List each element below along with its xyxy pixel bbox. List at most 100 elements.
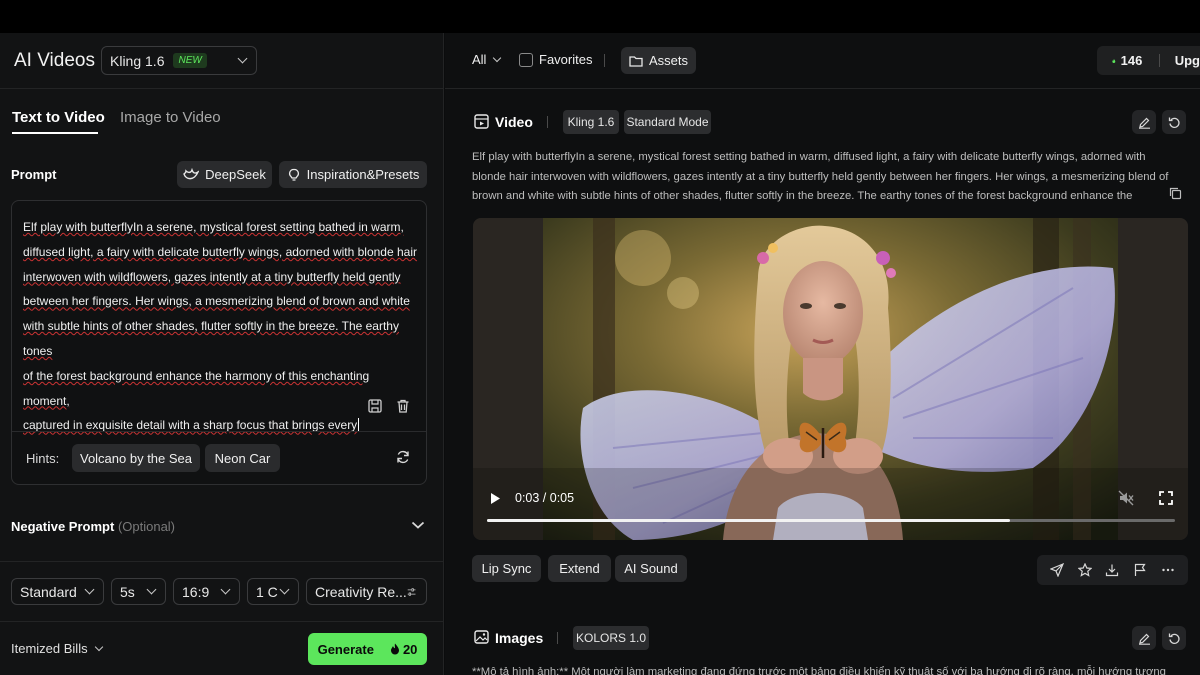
deepseek-button[interactable]: DeepSeek — [177, 161, 272, 188]
lightbulb-icon — [288, 168, 299, 181]
ratio-value: 16:9 — [182, 583, 210, 600]
flame-icon — [1112, 58, 1116, 63]
model-select[interactable]: Kling 1.6 NEW — [101, 46, 257, 75]
credits-count: 146 — [1120, 53, 1143, 68]
negative-prompt-label: Negative Prompt (Optional) — [11, 519, 176, 534]
duration-select[interactable]: 5s — [111, 578, 166, 605]
all-filter[interactable]: All — [472, 52, 502, 67]
tab-text-to-video[interactable]: Text to Video — [12, 109, 105, 126]
active-tab-indicator — [12, 132, 98, 134]
chevron-down-icon — [94, 642, 103, 651]
model-select-value: Kling 1.6 — [110, 52, 165, 69]
more-icon[interactable] — [1161, 563, 1175, 577]
download-icon[interactable] — [1105, 563, 1119, 577]
chevron-down-icon — [279, 584, 290, 595]
chevron-down-icon — [84, 584, 95, 595]
generate-button[interactable]: Generate 20 — [308, 633, 427, 665]
edit-icon[interactable] — [1132, 110, 1156, 134]
hint-chip[interactable]: Neon Car — [205, 444, 280, 472]
flag-icon[interactable] — [1133, 563, 1147, 577]
creativity-select[interactable]: Creativity Re... — [306, 578, 427, 605]
assets-button[interactable]: Assets — [621, 47, 696, 74]
prompt-line: Elf play with butterflyIn a serene, myst… — [23, 220, 404, 234]
fullscreen-icon[interactable] — [1159, 491, 1173, 505]
prompt-line: with subtle hints of other shades, flutt… — [23, 319, 399, 358]
hint-chip[interactable]: Volcano by the Sea — [72, 444, 200, 472]
sliders-icon — [407, 587, 416, 596]
itemized-bills-label: Itemized Bills — [11, 641, 88, 656]
video-toolbar — [1037, 555, 1188, 585]
duration-value: 5s — [120, 583, 135, 600]
video-prompt-line: brown and white with subtle hints of oth… — [472, 190, 1133, 202]
image-icon — [474, 630, 489, 644]
mode-select[interactable]: Standard — [11, 578, 104, 605]
generate-cost: 20 — [390, 642, 417, 657]
images-model-tag: KOLORS 1.0 — [573, 626, 649, 650]
video-progress-track[interactable] — [487, 519, 1175, 522]
chevron-down-icon — [493, 53, 502, 62]
upgrade-button[interactable]: Upg — [1175, 53, 1200, 68]
prompt-box: Elf play with butterflyIn a serene, myst… — [11, 200, 427, 485]
save-prompt-icon[interactable] — [367, 398, 383, 414]
deepseek-whale-icon — [183, 167, 200, 179]
prompt-label: Prompt — [11, 167, 57, 182]
video-prompt-line: blonde hair interwoven with wildflowers,… — [472, 170, 1169, 183]
trash-icon[interactable] — [395, 398, 411, 414]
count-value: 1 C — [256, 583, 278, 600]
chevron-down-icon — [146, 584, 157, 595]
credits-badge[interactable]: 146 Upg — [1097, 46, 1200, 75]
app-title: AI Videos — [14, 50, 95, 71]
mode-value: Standard — [20, 583, 77, 600]
lip-sync-button[interactable]: Lip Sync — [472, 555, 541, 582]
itemized-bills-toggle[interactable]: Itemized Bills — [11, 641, 103, 656]
video-prompt-text: Elf play with butterflyIn a serene, myst… — [472, 148, 1169, 207]
generate-label: Generate — [317, 641, 374, 657]
folder-icon — [629, 55, 643, 67]
play-icon[interactable] — [489, 492, 501, 505]
top-bar — [0, 0, 1200, 33]
prompt-line: diffused light, a fairy with delicate bu… — [23, 244, 418, 259]
video-prompt-line: Elf play with butterflyIn a serene, myst… — [472, 151, 1146, 163]
new-badge: NEW — [173, 53, 207, 68]
model-tag: Kling 1.6 — [563, 110, 619, 134]
video-progress-fill — [487, 519, 1010, 522]
prompt-textarea[interactable]: Elf play with butterflyIn a serene, myst… — [23, 215, 419, 438]
video-player[interactable]: 0:03 / 0:05 — [473, 218, 1188, 540]
inspiration-presets-button[interactable]: Inspiration&Presets — [279, 161, 427, 188]
send-icon[interactable] — [1049, 563, 1064, 577]
chevron-down-icon — [220, 584, 231, 595]
video-time: 0:03 / 0:05 — [515, 491, 575, 505]
extend-button[interactable]: Extend — [548, 555, 611, 582]
mode-tag: Standard Mode — [624, 110, 711, 134]
chevron-down-icon — [411, 521, 425, 529]
video-card-title: Video — [495, 114, 533, 130]
creativity-value: Creativity Re... — [315, 583, 407, 600]
favorites-checkbox[interactable] — [519, 53, 533, 67]
left-panel: AI Videos Kling 1.6 NEW Text to Video Im… — [0, 33, 444, 675]
aspect-ratio-select[interactable]: 16:9 — [173, 578, 240, 605]
presets-label: Inspiration&Presets — [306, 167, 420, 182]
hints-label: Hints: — [26, 451, 60, 466]
refresh-hints-icon[interactable] — [395, 449, 411, 465]
copy-icon[interactable] — [1169, 187, 1182, 200]
reuse-icon[interactable] — [1162, 110, 1186, 134]
favorites-label: Favorites — [539, 52, 593, 67]
flame-icon — [390, 643, 399, 655]
optional-label: (Optional) — [117, 519, 176, 534]
video-icon — [474, 114, 489, 129]
count-select[interactable]: 1 C — [247, 578, 299, 605]
prompt-line: between her fingers. Her wings, a mesmer… — [23, 294, 410, 309]
ai-sound-button[interactable]: AI Sound — [615, 555, 687, 582]
negative-prompt-toggle[interactable] — [411, 520, 425, 530]
star-icon[interactable] — [1077, 563, 1092, 577]
prompt-line: of the forest background enhance the har… — [23, 368, 370, 408]
reuse-icon[interactable] — [1162, 626, 1186, 650]
edit-icon[interactable] — [1132, 626, 1156, 650]
assets-label: Assets — [648, 53, 688, 68]
tab-image-to-video[interactable]: Image to Video — [120, 109, 221, 126]
chevron-down-icon — [237, 53, 248, 64]
images-card-title: Images — [495, 630, 544, 646]
mute-icon[interactable] — [1118, 490, 1134, 506]
prompt-line: interwoven with wildflowers, gazes inten… — [23, 269, 401, 284]
images-prompt-preview: **Mô tả hình ảnh:** Một người làm market… — [472, 666, 1166, 675]
